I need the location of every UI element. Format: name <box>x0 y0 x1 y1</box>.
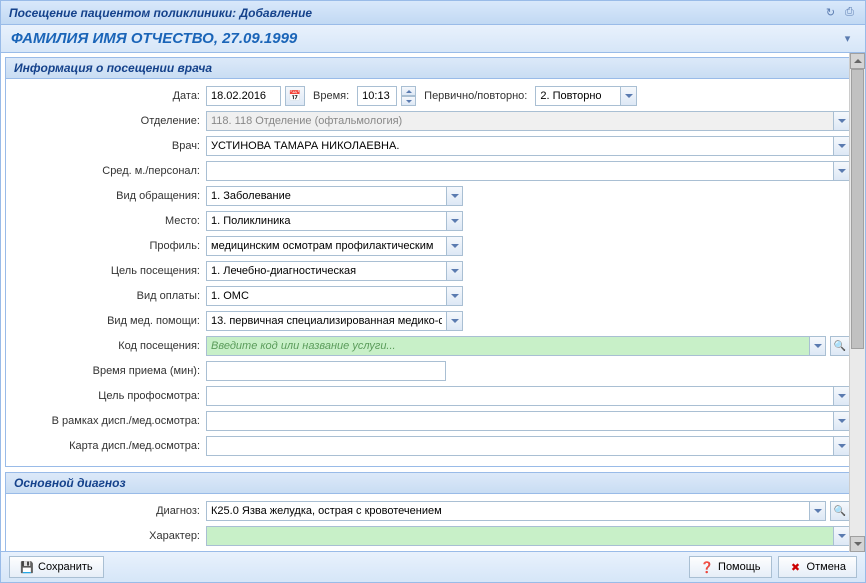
scrollbar-thumb[interactable] <box>851 69 864 349</box>
time-input[interactable] <box>357 86 397 106</box>
content-area: Информация о посещении врача Дата: 📅 Вре… <box>1 53 865 551</box>
date-input[interactable] <box>206 86 281 106</box>
label-time: Время: <box>309 90 353 102</box>
profile-input[interactable] <box>206 236 446 256</box>
character-dropdown[interactable] <box>833 526 850 546</box>
primary-input[interactable] <box>535 86 620 106</box>
label-visit-purpose: Цель посещения: <box>16 265 206 277</box>
label-nurse: Сред. м./персонал: <box>16 165 206 177</box>
save-button[interactable]: 💾 Сохранить <box>9 556 104 578</box>
scrollbar-up[interactable] <box>850 53 865 69</box>
visit-code-dropdown[interactable] <box>809 336 826 356</box>
label-med-help: Вид мед. помощи: <box>16 315 206 327</box>
label-visit-code: Код посещения: <box>16 340 206 352</box>
section-visit-info: Информация о посещении врача Дата: 📅 Вре… <box>5 57 861 467</box>
primary-dropdown[interactable] <box>620 86 637 106</box>
payment-dropdown[interactable] <box>446 286 463 306</box>
nurse-input[interactable] <box>206 161 833 181</box>
section-main-diagnosis: Основной диагноз Диагноз: 🔍 Характер: <box>5 472 861 551</box>
med-help-input[interactable] <box>206 311 446 331</box>
section-visit-header: Информация о посещении врача <box>6 58 860 79</box>
visit-code-input[interactable] <box>206 336 809 356</box>
disp-frame-input[interactable] <box>206 411 833 431</box>
med-help-dropdown[interactable] <box>446 311 463 331</box>
label-disp-frame: В рамках дисп./мед.осмотра: <box>16 415 206 427</box>
label-receive-time: Время приема (мин): <box>16 365 206 377</box>
prof-purpose-dropdown[interactable] <box>833 386 850 406</box>
visit-code-search-icon[interactable]: 🔍 <box>830 336 850 356</box>
payment-input[interactable] <box>206 286 446 306</box>
collapse-icon[interactable]: ▾ <box>840 31 855 46</box>
save-label: Сохранить <box>38 561 93 573</box>
cancel-button[interactable]: ✖ Отмена <box>778 556 857 578</box>
appeal-input[interactable] <box>206 186 446 206</box>
help-label: Помощь <box>718 561 761 573</box>
label-payment: Вид оплаты: <box>16 290 206 302</box>
calendar-icon[interactable]: 📅 <box>285 86 305 106</box>
label-disp-card: Карта дисп./мед.осмотра: <box>16 440 206 452</box>
patient-name: ФАМИЛИЯ ИМЯ ОТЧЕСТВО, 27.09.1999 <box>11 30 297 47</box>
time-spin-up[interactable] <box>401 86 416 96</box>
refresh-icon[interactable]: ↻ <box>823 5 838 20</box>
department-input <box>206 111 833 131</box>
department-dropdown[interactable] <box>833 111 850 131</box>
visit-purpose-dropdown[interactable] <box>446 261 463 281</box>
help-icon: ❓ <box>700 560 714 574</box>
label-place: Место: <box>16 215 206 227</box>
print-icon[interactable]: ⎙ <box>842 5 857 20</box>
prof-purpose-input[interactable] <box>206 386 833 406</box>
disp-card-input[interactable] <box>206 436 833 456</box>
doctor-input[interactable] <box>206 136 833 156</box>
disp-frame-dropdown[interactable] <box>833 411 850 431</box>
place-input[interactable] <box>206 211 446 231</box>
patient-bar: ФАМИЛИЯ ИМЯ ОТЧЕСТВО, 27.09.1999 ▾ <box>1 25 865 53</box>
appeal-dropdown[interactable] <box>446 186 463 206</box>
time-spin-down[interactable] <box>401 96 416 106</box>
disp-card-dropdown[interactable] <box>833 436 850 456</box>
doctor-dropdown[interactable] <box>833 136 850 156</box>
scrollbar-down[interactable] <box>850 536 865 552</box>
nurse-dropdown[interactable] <box>833 161 850 181</box>
titlebar: Посещение пациентом поликлиники: Добавле… <box>1 1 865 25</box>
character-input[interactable] <box>206 526 833 546</box>
save-icon: 💾 <box>20 560 34 574</box>
label-date: Дата: <box>16 90 206 102</box>
diagnosis-input[interactable] <box>206 501 809 521</box>
diagnosis-dropdown[interactable] <box>809 501 826 521</box>
label-prof-purpose: Цель профосмотра: <box>16 390 206 402</box>
footer: 💾 Сохранить ❓ Помощь ✖ Отмена <box>1 551 865 582</box>
scrollbar[interactable] <box>849 53 865 552</box>
receive-time-input[interactable] <box>206 361 446 381</box>
label-diagnosis: Диагноз: <box>16 505 206 517</box>
visit-purpose-input[interactable] <box>206 261 446 281</box>
scrollbar-track[interactable] <box>850 69 865 536</box>
window-title: Посещение пациентом поликлиники: Добавле… <box>9 6 312 20</box>
label-doctor: Врач: <box>16 140 206 152</box>
place-dropdown[interactable] <box>446 211 463 231</box>
help-button[interactable]: ❓ Помощь <box>689 556 772 578</box>
label-department: Отделение: <box>16 115 206 127</box>
label-primary: Первично/повторно: <box>420 90 531 102</box>
diagnosis-search-icon[interactable]: 🔍 <box>830 501 850 521</box>
label-appeal: Вид обращения: <box>16 190 206 202</box>
cancel-icon: ✖ <box>789 560 803 574</box>
cancel-label: Отмена <box>807 561 846 573</box>
section-diag-header: Основной диагноз <box>6 473 860 494</box>
label-profile: Профиль: <box>16 240 206 252</box>
label-character: Характер: <box>16 530 206 542</box>
profile-dropdown[interactable] <box>446 236 463 256</box>
